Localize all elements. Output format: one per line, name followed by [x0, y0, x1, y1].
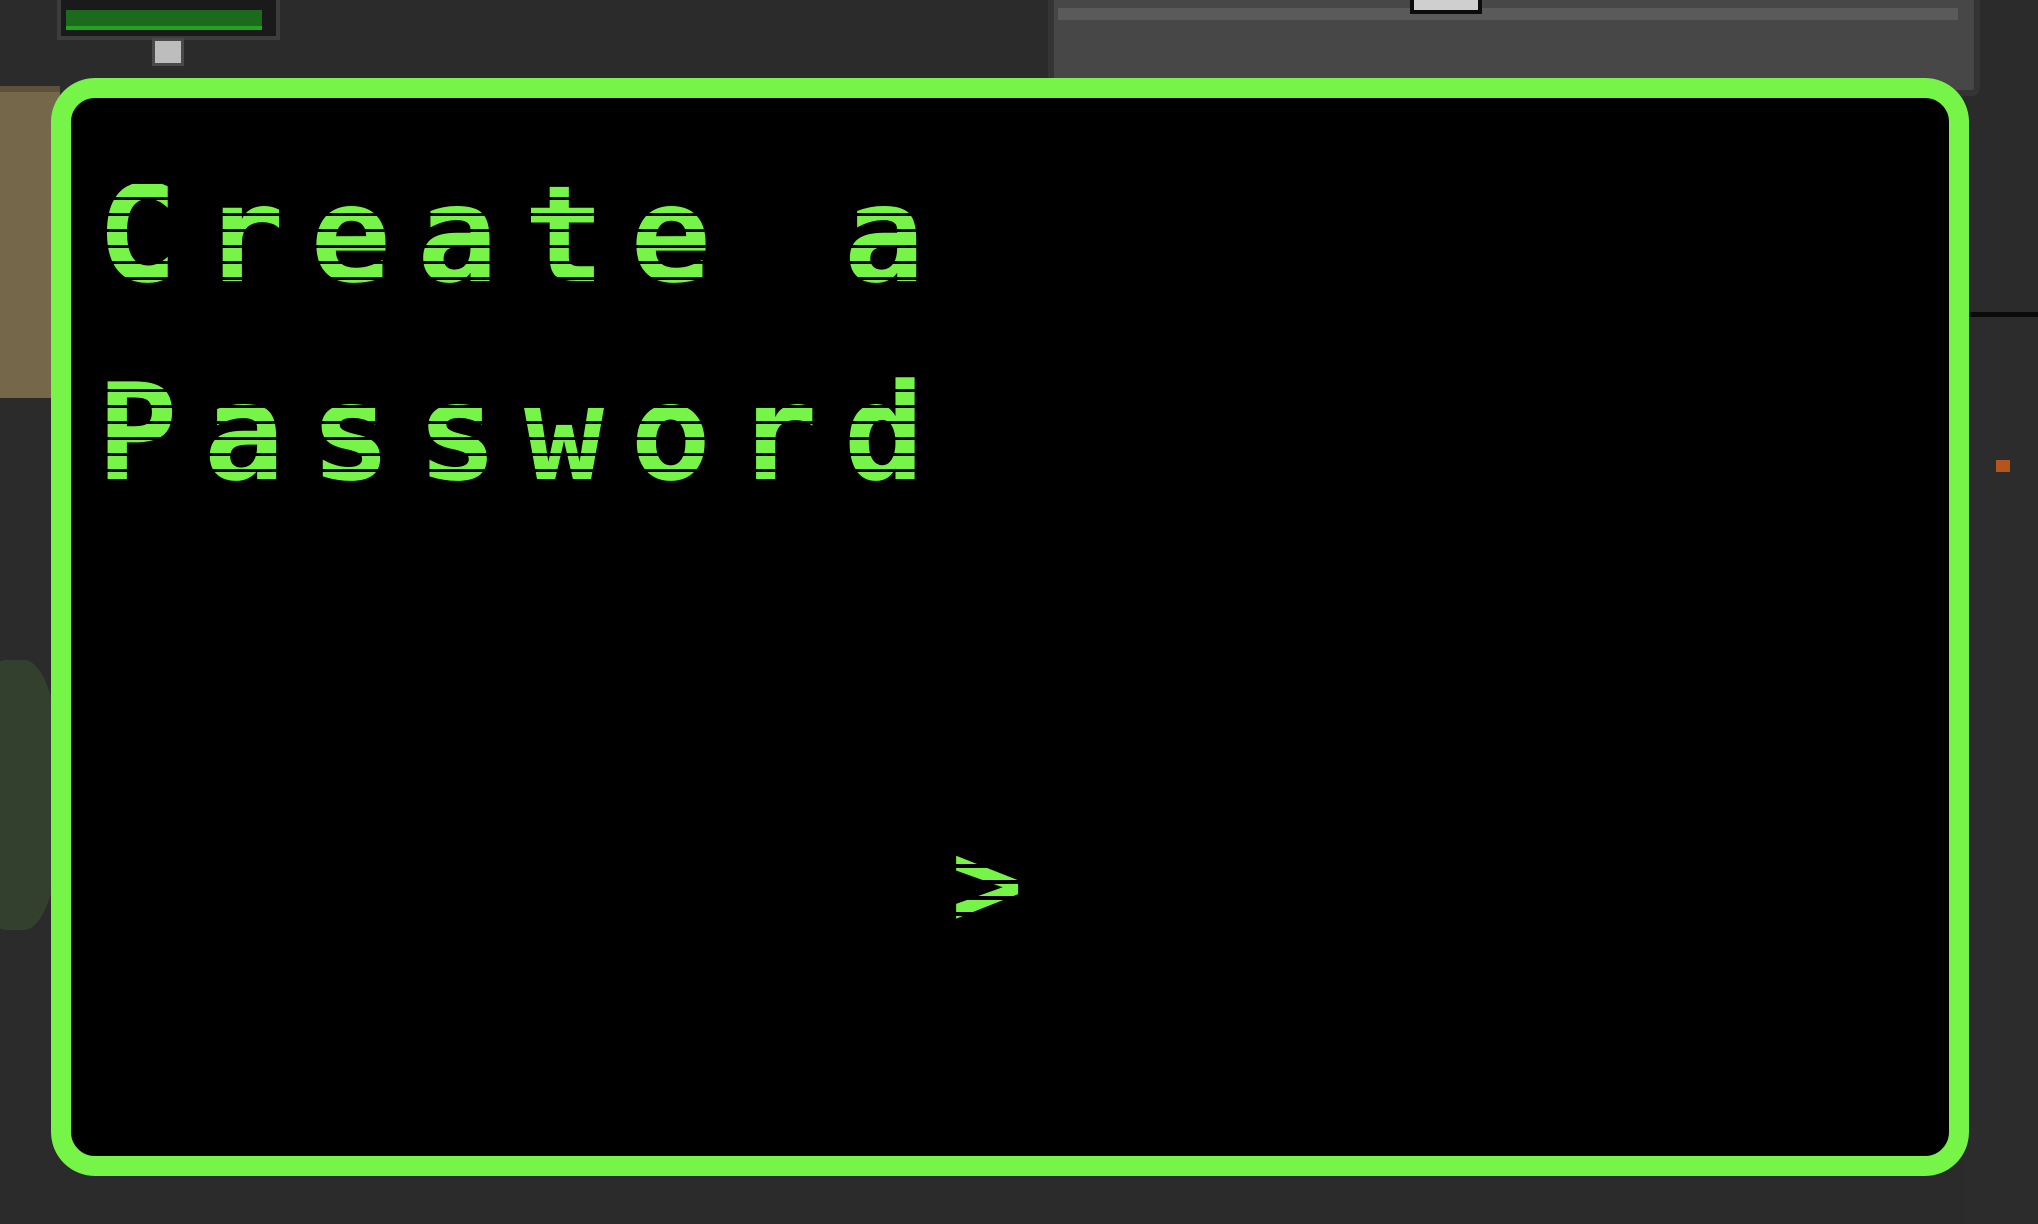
- wall-panel: [1965, 312, 2038, 1224]
- terminal-title: Create a Password: [97, 136, 1297, 532]
- password-input[interactable]: [1047, 820, 1347, 950]
- ember-spark: [1996, 460, 2010, 472]
- terminal-title-line-2: Password: [97, 355, 951, 511]
- prompt-chevron-icon: >: [951, 815, 1024, 954]
- desk-monitor-stand: [152, 38, 184, 66]
- desk-monitor-screen: [66, 10, 262, 30]
- terminal-title-line-1: Create a: [97, 157, 951, 313]
- password-terminal-dialog: Create a Password >: [51, 78, 1969, 1176]
- password-prompt[interactable]: >: [951, 820, 1351, 950]
- console-machine-lip: [1058, 8, 1958, 20]
- console-knob: [1410, 0, 1482, 14]
